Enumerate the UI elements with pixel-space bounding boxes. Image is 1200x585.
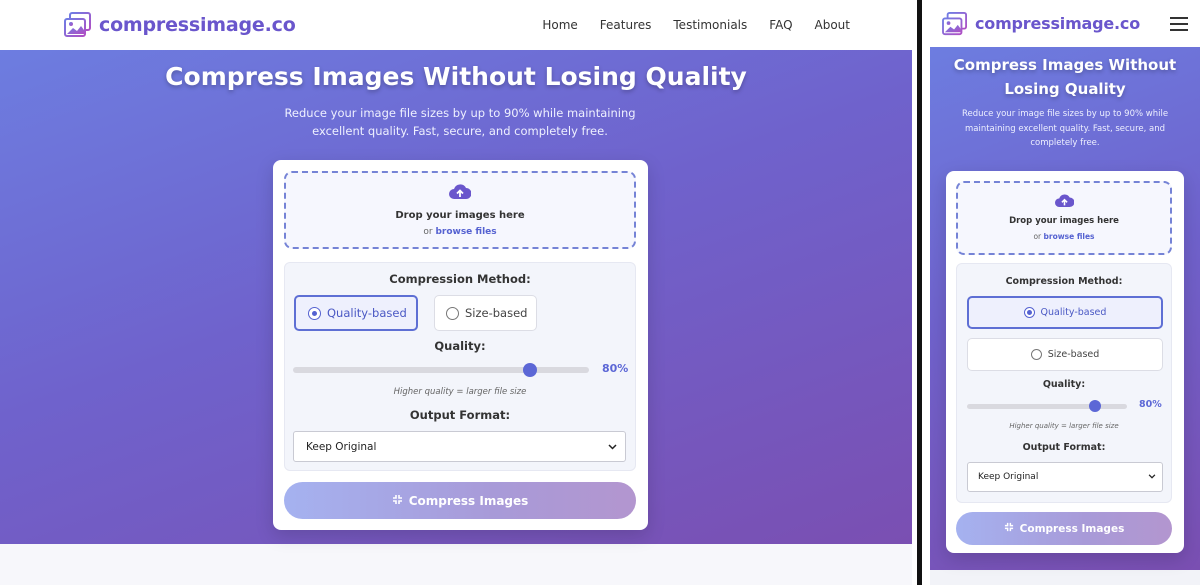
compress-button-label: Compress Images (408, 493, 529, 508)
mobile-compressor-card: Drop your images here or browse files Co… (946, 171, 1184, 553)
dropzone-subtitle: or browse files (286, 227, 634, 237)
view-divider (912, 0, 930, 585)
quality-slider-thumb[interactable] (522, 363, 537, 377)
mobile-settings-panel: Compression Method: Quality-based Size-b… (956, 263, 1172, 503)
mobile-size-based-option[interactable]: Size-based (967, 338, 1163, 371)
output-format-label: Output Format: (409, 408, 511, 422)
nav-link-about[interactable]: About (815, 18, 850, 32)
mobile-quality-based-label: Quality-based (1040, 307, 1107, 318)
hero-title: Compress Images Without Losing Quality (165, 62, 747, 91)
mobile-browse-files-link[interactable]: browse files (1044, 232, 1095, 241)
desktop-view: compressimage.co Home Features Testimoni… (0, 0, 912, 585)
or-text: or (423, 227, 433, 237)
settings-panel: Compression Method: Quality-based Size-b… (284, 262, 636, 471)
compression-method-label: Compression Method: (389, 272, 531, 286)
compressor-card: Drop your images here or browse files Co… (273, 160, 648, 530)
mobile-compression-method-label: Compression Method: (1005, 276, 1123, 287)
mobile-dropzone-subtitle: or browse files (958, 232, 1170, 241)
mobile-quality-label: Quality: (1042, 379, 1086, 390)
mobile-size-based-radio[interactable] (1030, 349, 1042, 360)
cloud-upload-icon (958, 193, 1170, 212)
mobile-navbar: compressimage.co (930, 0, 1200, 47)
chevron-down-icon (1148, 472, 1156, 482)
quality-based-label: Quality-based (327, 306, 407, 320)
hero-section: Compress Images Without Losing Quality R… (0, 50, 912, 544)
mobile-hero-title: Compress Images Without Losing Quality (953, 56, 1177, 98)
hamburger-menu-icon[interactable] (1170, 16, 1188, 31)
mobile-quality-based-option[interactable]: Quality-based (967, 296, 1163, 329)
mobile-quality-based-radio[interactable] (1023, 307, 1035, 318)
quality-based-radio[interactable] (308, 306, 321, 320)
brand-name: compressimage.co (99, 14, 296, 36)
quality-hint: Higher quality = larger file size (393, 387, 527, 397)
cloud-upload-icon (286, 184, 634, 204)
nav-link-faq[interactable]: FAQ (769, 18, 792, 32)
image-gallery-icon (942, 11, 968, 36)
mobile-output-format-label: Output Format: (1022, 442, 1106, 453)
hero-subtitle: Reduce your image file sizes by up to 90… (284, 106, 636, 138)
mobile-output-format-value: Keep Original (978, 472, 1039, 482)
logo[interactable]: compressimage.co (64, 12, 296, 38)
output-format-value: Keep Original (306, 440, 377, 453)
nav-link-testimonials[interactable]: Testimonials (673, 18, 747, 32)
mobile-logo[interactable]: compressimage.co (942, 11, 1141, 36)
nav-link-features[interactable]: Features (600, 18, 652, 32)
quality-slider[interactable] (293, 363, 589, 377)
mobile-or-text: or (1033, 232, 1042, 241)
mobile-quality-value: 80% (1139, 399, 1162, 410)
compress-arrows-icon (1004, 522, 1014, 535)
mobile-compress-images-button[interactable]: Compress Images (956, 512, 1172, 545)
dropzone-title: Drop your images here (395, 210, 525, 221)
mobile-view: compressimage.co Compress Images Without… (930, 0, 1200, 585)
size-based-radio[interactable] (446, 306, 459, 320)
mobile-dropzone-title: Drop your images here (1009, 216, 1119, 226)
mobile-compress-button-label: Compress Images (1019, 522, 1125, 535)
mobile-hero-subtitle: Reduce your image file sizes by up to 90… (961, 109, 1169, 148)
output-format-select[interactable]: Keep Original (293, 431, 626, 462)
mobile-upload-dropzone[interactable]: Drop your images here or browse files (956, 181, 1172, 255)
browse-files-link[interactable]: browse files (435, 227, 496, 237)
mobile-quality-hint: Higher quality = larger file size (1009, 422, 1119, 430)
navbar: compressimage.co Home Features Testimoni… (0, 0, 912, 50)
mobile-size-based-label: Size-based (1047, 349, 1100, 360)
quality-value: 80% (602, 362, 629, 375)
compress-arrows-icon (392, 494, 403, 508)
mobile-quality-slider[interactable] (967, 400, 1127, 412)
mobile-quality-slider-thumb[interactable] (1089, 400, 1101, 412)
upload-dropzone[interactable]: Drop your images here or browse files (284, 171, 636, 249)
compress-images-button[interactable]: Compress Images (284, 482, 636, 519)
quality-based-option[interactable]: Quality-based (294, 295, 418, 331)
image-gallery-icon (64, 12, 92, 38)
size-based-label: Size-based (465, 306, 528, 320)
mobile-output-format-select[interactable]: Keep Original (967, 462, 1163, 492)
nav-link-home[interactable]: Home (542, 18, 577, 32)
size-based-option[interactable]: Size-based (434, 295, 537, 331)
mobile-brand-name: compressimage.co (975, 14, 1141, 33)
chevron-down-icon (608, 441, 617, 453)
mobile-hero-section: Compress Images Without Losing Quality R… (930, 47, 1200, 570)
quality-label: Quality: (434, 339, 486, 353)
nav-links: Home Features Testimonials FAQ About (542, 18, 850, 32)
